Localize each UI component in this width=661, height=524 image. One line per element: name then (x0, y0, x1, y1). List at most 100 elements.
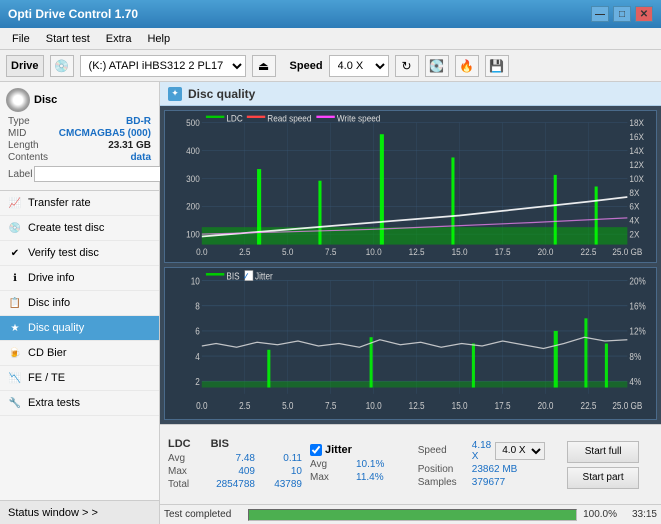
svg-text:25.0 GB: 25.0 GB (612, 400, 642, 411)
svg-text:22.5: 22.5 (581, 400, 597, 411)
jitter-checkbox[interactable] (310, 444, 322, 456)
drive-info-icon: ℹ (8, 271, 22, 285)
toolbar: Drive 💿 (K:) ATAPI iHBS312 2 PL17 ⏏ Spee… (0, 50, 661, 82)
type-label: Type (8, 116, 30, 127)
main-layout: Disc Type BD-R MID CMCMAGBA5 (000) Lengt… (0, 82, 661, 524)
jitter-avg-label: Avg (310, 459, 340, 470)
svg-text:8: 8 (195, 301, 200, 312)
disc-info-panel: Disc Type BD-R MID CMCMAGBA5 (000) Lengt… (0, 82, 159, 191)
samples-value: 379677 (472, 477, 505, 488)
speed-select-stats[interactable]: 4.0 X (495, 442, 545, 460)
action-buttons: Start full Start part (549, 437, 657, 493)
svg-text:2.5: 2.5 (239, 400, 250, 411)
stats-avg-row: Avg 7.48 0.11 (168, 453, 302, 464)
elapsed-time: 33:15 (621, 509, 657, 520)
jitter-section: Jitter Avg 10.1% Max 11.4% (306, 440, 414, 489)
disc-contents-row: Contents data (6, 152, 153, 163)
max-ldc: 409 (210, 466, 255, 477)
speed-current-value: 4.18 X (472, 440, 491, 462)
save-button[interactable]: 💾 (485, 55, 509, 77)
total-label: Total (168, 479, 198, 490)
disc-button[interactable]: 💽 (425, 55, 449, 77)
title-bar: Opti Drive Control 1.70 — □ ✕ (0, 0, 661, 28)
svg-text:12X: 12X (629, 159, 644, 170)
drive-icon-btn[interactable]: 💿 (50, 55, 74, 77)
refresh-button[interactable]: ↻ (395, 55, 419, 77)
svg-text:0.0: 0.0 (196, 247, 207, 258)
speed-select[interactable]: 4.0 X (329, 55, 389, 77)
svg-text:15.0: 15.0 (452, 247, 468, 258)
jitter-avg-row: Avg 10.1% (310, 459, 410, 470)
max-label: Max (168, 466, 198, 477)
svg-text:200: 200 (186, 201, 200, 212)
svg-text:4X: 4X (629, 215, 639, 226)
menu-start-test[interactable]: Start test (38, 31, 98, 47)
svg-text:17.5: 17.5 (495, 400, 511, 411)
ldc-header: LDC (168, 438, 191, 450)
svg-text:16X: 16X (629, 132, 644, 143)
speed-label: Speed (290, 60, 323, 72)
chart-ldc-svg: 500 400 300 200 100 18X 16X 14X 12X 10X … (165, 111, 656, 262)
position-value: 23862 MB (472, 464, 518, 475)
menu-extra[interactable]: Extra (98, 31, 140, 47)
jitter-max-label: Max (310, 472, 340, 483)
drive-select[interactable]: (K:) ATAPI iHBS312 2 PL17 (80, 55, 246, 77)
svg-text:10X: 10X (629, 173, 644, 184)
minimize-button[interactable]: — (591, 6, 609, 22)
disc-info-icon: 📋 (8, 296, 22, 310)
svg-text:22.5: 22.5 (581, 247, 597, 258)
sidebar-item-create-test-disc[interactable]: 💿 Create test disc (0, 216, 159, 241)
svg-text:20.0: 20.0 (538, 400, 554, 411)
disc-header: Disc (6, 88, 153, 112)
disc-icon (6, 88, 30, 112)
length-label: Length (8, 140, 39, 151)
sidebar-item-label: Drive info (28, 272, 74, 284)
menu-file[interactable]: File (4, 31, 38, 47)
svg-text:5.0: 5.0 (282, 247, 293, 258)
mid-value: CMCMAGBA5 (000) (59, 128, 151, 139)
sidebar-item-drive-info[interactable]: ℹ Drive info (0, 266, 159, 291)
maximize-button[interactable]: □ (613, 6, 631, 22)
svg-text:0.0: 0.0 (196, 400, 207, 411)
sidebar-item-label: Disc info (28, 297, 70, 309)
sidebar-item-disc-info[interactable]: 📋 Disc info (0, 291, 159, 316)
svg-text:14X: 14X (629, 145, 644, 156)
svg-text:2X: 2X (629, 229, 639, 240)
disc-section-label: Disc (34, 94, 57, 106)
sidebar-item-transfer-rate[interactable]: 📈 Transfer rate (0, 191, 159, 216)
sidebar-item-verify-test-disc[interactable]: ✔ Verify test disc (0, 241, 159, 266)
avg-bis: 0.11 (267, 453, 302, 464)
sidebar-nav: 📈 Transfer rate 💿 Create test disc ✔ Ver… (0, 191, 159, 500)
charts-area: 500 400 300 200 100 18X 16X 14X 12X 10X … (160, 106, 661, 424)
svg-text:8X: 8X (629, 187, 639, 198)
burn-button[interactable]: 🔥 (455, 55, 479, 77)
disc-mid-row: MID CMCMAGBA5 (000) (6, 128, 153, 139)
svg-text:12.5: 12.5 (409, 400, 425, 411)
samples-row: Samples 379677 (418, 477, 545, 488)
close-button[interactable]: ✕ (635, 6, 653, 22)
start-full-button[interactable]: Start full (567, 441, 639, 463)
label-input[interactable] (34, 166, 172, 182)
start-part-button[interactable]: Start part (567, 467, 639, 489)
svg-text:Read speed: Read speed (267, 113, 311, 124)
jitter-header: Jitter (310, 444, 410, 456)
sidebar-item-fe-te[interactable]: 📉 FE / TE (0, 366, 159, 391)
sidebar-item-label: Transfer rate (28, 197, 91, 209)
menu-help[interactable]: Help (139, 31, 178, 47)
svg-text:300: 300 (186, 173, 200, 184)
jitter-max-value: 11.4% (356, 472, 384, 483)
eject-button[interactable]: ⏏ (252, 55, 276, 77)
svg-text:15.0: 15.0 (452, 400, 468, 411)
jitter-max-row: Max 11.4% (310, 472, 410, 483)
status-window-button[interactable]: Status window > > (0, 500, 159, 524)
cd-bier-icon: 🍺 (8, 346, 22, 360)
window-controls: — □ ✕ (591, 6, 653, 22)
sidebar-item-extra-tests[interactable]: 🔧 Extra tests (0, 391, 159, 416)
progress-bar (248, 509, 577, 521)
svg-text:2: 2 (195, 376, 200, 387)
stats-bar: LDC BIS Avg 7.48 0.11 Max 409 10 Total 2… (160, 424, 661, 504)
sidebar-item-disc-quality[interactable]: ★ Disc quality (0, 316, 159, 341)
sidebar-item-label: Verify test disc (28, 247, 99, 259)
sidebar-item-cd-bier[interactable]: 🍺 CD Bier (0, 341, 159, 366)
svg-text:400: 400 (186, 145, 200, 156)
